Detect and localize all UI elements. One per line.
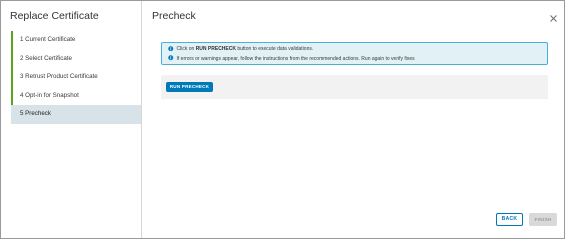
wizard-content: Precheck Click on RUN PRECHECK button to… (142, 1, 564, 238)
wizard-footer: BACK FINISH (142, 208, 564, 238)
alert-text-prefix: Click on (176, 46, 195, 52)
step-retrust-product-certificate[interactable]: 3 Retrust Product Certificate (11, 68, 141, 87)
alert-text-bold: RUN PRECHECK (195, 46, 236, 52)
wizard-steps: 1 Current Certificate 2 Select Certifica… (11, 31, 141, 124)
info-icon (168, 45, 174, 52)
run-precheck-button[interactable]: RUN PRECHECK (166, 82, 213, 92)
alert-text-suffix: button to execute data validations. (237, 46, 314, 52)
finish-button[interactable]: FINISH (529, 213, 557, 226)
alert-text-errors: If errors or warnings appear, follow the… (176, 55, 415, 62)
replace-certificate-dialog: Replace Certificate 1 Current Certificat… (0, 0, 565, 239)
info-alert: Click on RUN PRECHECK button to execute … (161, 42, 548, 65)
page-title: Precheck (152, 10, 196, 22)
step-precheck[interactable]: 5 Precheck (11, 105, 141, 124)
precheck-action-panel: RUN PRECHECK (161, 75, 548, 99)
alert-line-errors-warnings: If errors or warnings appear, follow the… (168, 55, 415, 64)
close-icon[interactable] (548, 11, 559, 22)
back-button[interactable]: BACK (496, 213, 523, 226)
step-select-certificate[interactable]: 2 Select Certificate (11, 49, 141, 68)
step-opt-in-for-snapshot[interactable]: 4 Opt-in for Snapshot (11, 86, 141, 105)
info-icon (168, 55, 174, 61)
alert-line-run-instruction: Click on RUN PRECHECK button to execute … (168, 45, 313, 54)
step-current-certificate[interactable]: 1 Current Certificate (11, 31, 141, 50)
wizard-sidebar: Replace Certificate 1 Current Certificat… (1, 1, 142, 238)
wizard-title: Replace Certificate (10, 10, 99, 22)
